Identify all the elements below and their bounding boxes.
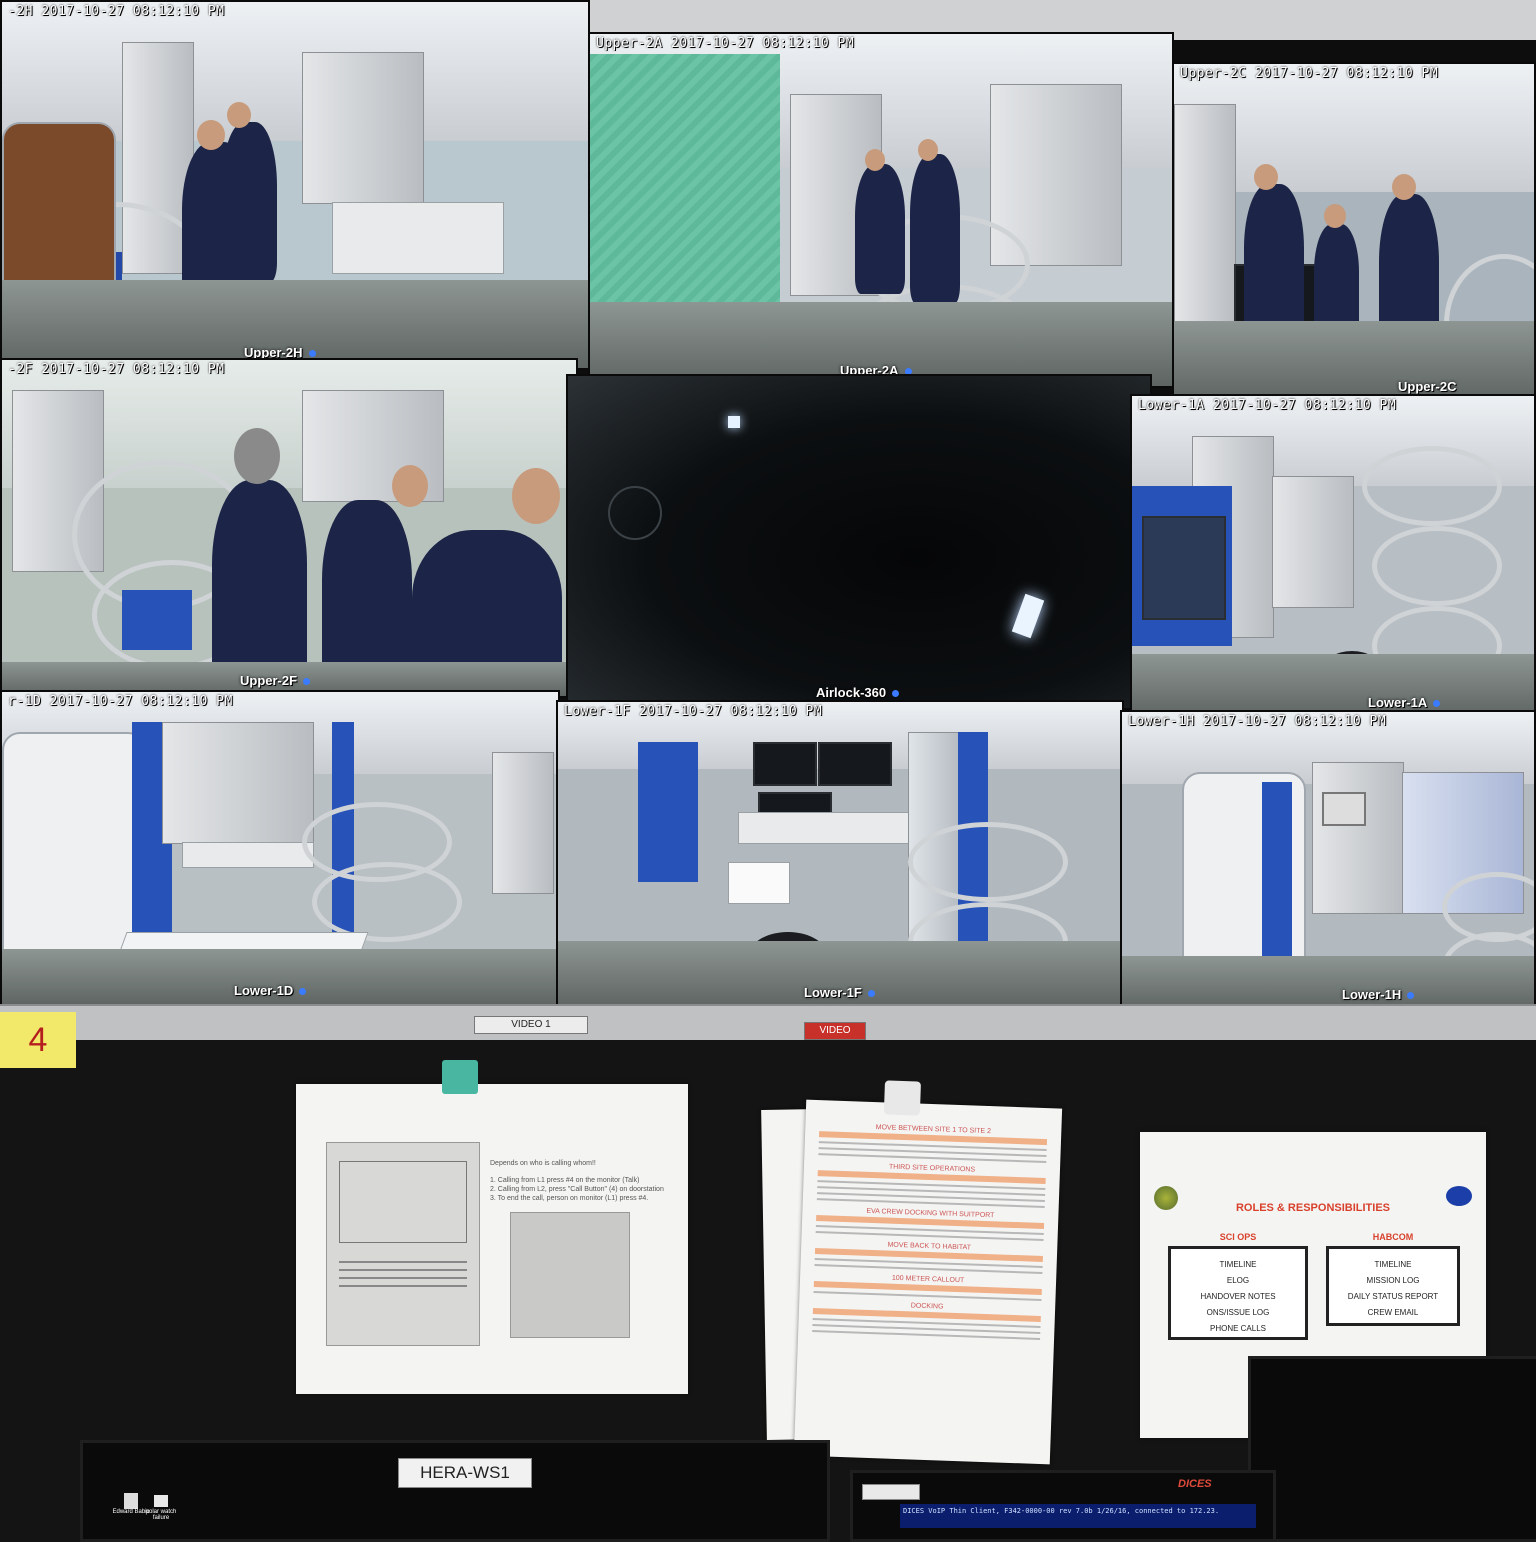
camera-label: Lower-1H (1342, 987, 1415, 1002)
voip-status-bar: DICES VoIP Thin Client, F342-0000-00 rev… (900, 1504, 1256, 1528)
intercom-heading: Depends on who is calling whom!! (490, 1160, 596, 1167)
intercom-step: 2. Calling from L2, press "Call Button" … (490, 1186, 664, 1193)
camera-status-dot (1407, 992, 1415, 1000)
camera-label: Lower-1A (1368, 695, 1441, 710)
camera-label: Lower-1D (234, 983, 307, 998)
camera-feed-upper-2a[interactable]: Upper-2A 2017-10-27 08:12:10 PM Upper-2A (588, 32, 1174, 388)
camera-timestamp: Lower-1H 2017-10-27 08:12:10 PM (1128, 714, 1387, 729)
desktop-icon-label: polar watch failure (145, 1509, 177, 1521)
camera-timestamp: Lower-1A 2017-10-27 08:12:10 PM (1138, 398, 1397, 413)
camera-feed-lower-1a[interactable]: Lower-1A 2017-10-27 08:12:10 PM Lower-1A (1130, 394, 1536, 720)
camera-label: Upper-2F (240, 673, 311, 688)
sci-ops-heading: SCI OPS (1219, 1232, 1257, 1242)
camera-timestamp: r-1D 2017-10-27 08:12:10 PM (8, 694, 233, 709)
video-1-tape-label: VIDEO 1 (474, 1016, 588, 1034)
camera-status-dot (299, 988, 307, 996)
role-item: CREW EMAIL (1367, 1308, 1419, 1317)
role-item: TIMELINE (1219, 1260, 1257, 1269)
camera-status-dot (892, 690, 900, 698)
camera-timestamp: -2H 2017-10-27 08:12:10 PM (8, 4, 225, 19)
video-wall-monitor: -2H 2017-10-27 08:12:10 PM Upper-2H Uppe… (0, 0, 1536, 1018)
role-item: MISSION LOG (1366, 1276, 1420, 1285)
camera-status-dot (308, 350, 316, 358)
clip-magnet (442, 1060, 478, 1094)
camera-label: Lower-1F (804, 985, 875, 1000)
role-item: ONS/ISSUE LOG (1206, 1308, 1270, 1317)
right-workstation-monitor (1248, 1356, 1536, 1542)
camera-label: Airlock-360 (816, 685, 900, 700)
video-tape-label: VIDEO (804, 1022, 866, 1040)
role-item: PHONE CALLS (1209, 1324, 1267, 1333)
habcom-box: TIMELINE MISSION LOG DAILY STATUS REPORT… (1326, 1246, 1460, 1326)
camera-label: Upper-2C (1398, 379, 1457, 394)
workstation-label: HERA-WS1 (398, 1458, 532, 1488)
camera-timestamp: Upper-2A 2017-10-27 08:12:10 PM (596, 36, 855, 51)
asset-tag (862, 1484, 920, 1500)
sci-ops-box: TIMELINE ELOG HANDOVER NOTES ONS/ISSUE L… (1168, 1246, 1308, 1340)
camera-status-dot (303, 678, 311, 686)
camera-timestamp: Upper-2C 2017-10-27 08:12:10 PM (1180, 66, 1439, 81)
camera-feed-upper-2c[interactable]: Upper-2C 2017-10-27 08:12:10 PM Upper-2C (1172, 62, 1536, 404)
desktop-icon[interactable]: polar watch failure (141, 1493, 181, 1521)
habcom-heading: HABCOM (1372, 1232, 1414, 1242)
role-item: DAILY STATUS REPORT (1347, 1292, 1439, 1301)
document-icon (154, 1495, 168, 1507)
intercom-step: 3. To end the call, person on monitor (L… (490, 1195, 649, 1202)
intercom-instruction-sheet: Depends on who is calling whom!! 1. Call… (296, 1060, 688, 1394)
role-item: HANDOVER NOTES (1200, 1292, 1276, 1301)
camera-feed-upper-2f[interactable]: -2F 2017-10-27 08:12:10 PM Upper-2F (0, 358, 578, 698)
monitor-bezel: VIDEO 1 VIDEO (0, 1004, 1536, 1040)
sticky-note: 4 (0, 1012, 76, 1068)
dices-badge: DICES (1178, 1478, 1212, 1490)
checklist-sheet: MOVE BETWEEN SITE 1 TO SITE 2 THIRD SITE… (793, 1080, 1063, 1465)
camera-feed-lower-1d[interactable]: r-1D 2017-10-27 08:12:10 PM Lower-1D (0, 690, 560, 1008)
left-workstation-monitor: Edward Babic polar watch failure (80, 1440, 830, 1542)
camera-feed-lower-1h[interactable]: Lower-1H 2017-10-27 08:12:10 PM Lower-1H (1120, 710, 1536, 1012)
roles-title: ROLES & RESPONSIBILITIES (1235, 1202, 1391, 1214)
camera-feed-lower-1f[interactable]: Lower-1F 2017-10-27 08:12:10 PM Lower-1F (556, 700, 1124, 1010)
doorstation-photo (510, 1212, 630, 1338)
role-item: TIMELINE (1374, 1260, 1412, 1269)
user-folder-icon (124, 1493, 138, 1509)
camera-timestamp: -2F 2017-10-27 08:12:10 PM (8, 362, 225, 377)
camera-status-dot (867, 990, 875, 998)
camera-status-dot (1433, 700, 1441, 708)
camera-feed-airlock-360[interactable]: Airlock-360 (566, 374, 1152, 710)
camera-timestamp: Lower-1F 2017-10-27 08:12:10 PM (564, 704, 823, 719)
role-item: ELOG (1226, 1276, 1250, 1285)
intercom-step: 1. Calling from L1 press #4 on the monit… (490, 1177, 640, 1184)
diagram-photo (326, 1142, 480, 1346)
binder-clip (883, 1080, 921, 1116)
camera-feed-upper-2h[interactable]: -2H 2017-10-27 08:12:10 PM Upper-2H (0, 0, 590, 370)
